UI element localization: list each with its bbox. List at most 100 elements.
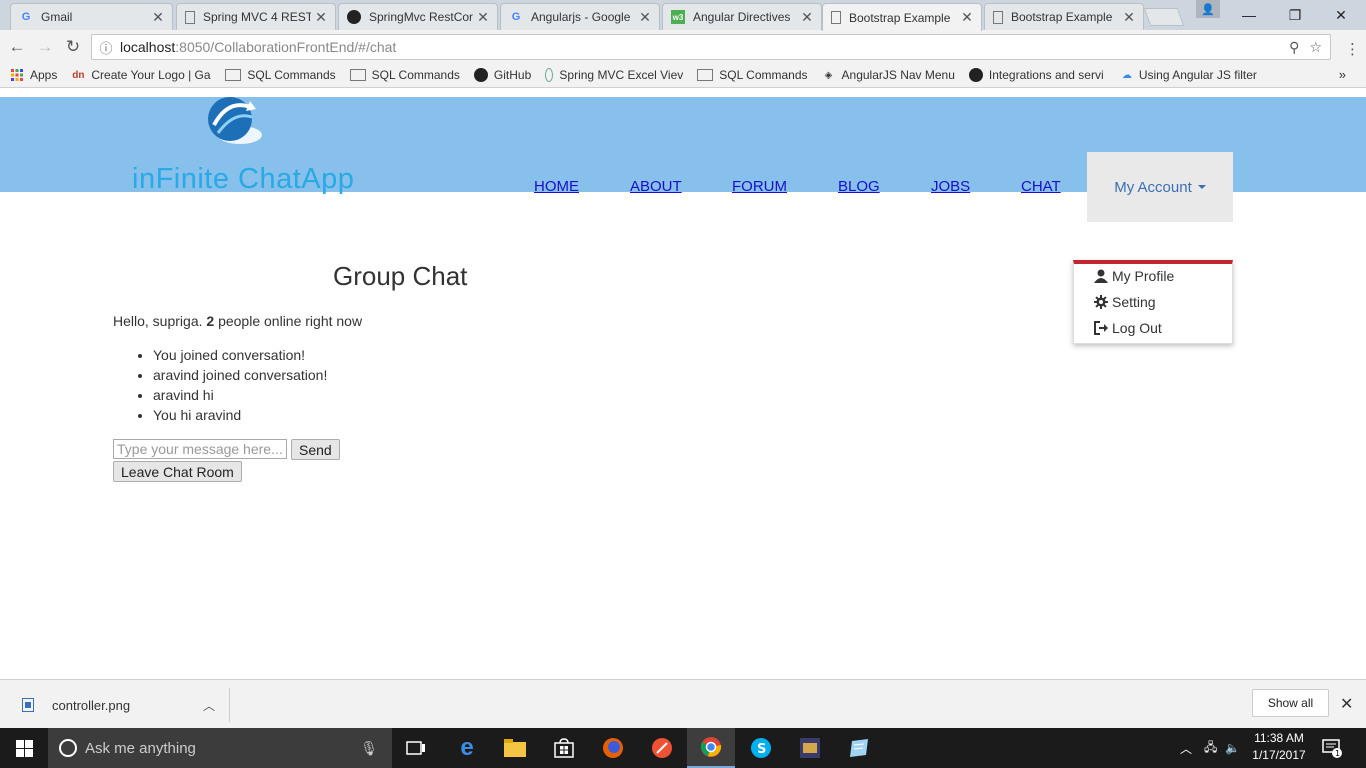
restore-button[interactable]: ❐ (1272, 0, 1318, 30)
clock-date: 1/17/2017 (1252, 748, 1306, 762)
close-icon[interactable]: ✕ (477, 9, 489, 26)
list-item: You hi aravind (153, 405, 327, 425)
tab-title: Bootstrap Example (1011, 10, 1113, 24)
system-clock[interactable]: 11:38 AM 1/17/2017 (1248, 730, 1310, 764)
google-g-icon: G (21, 11, 31, 23)
close-icon[interactable]: ✕ (152, 9, 164, 26)
bookmark-github[interactable]: GitHub (473, 68, 531, 82)
close-icon[interactable]: ✕ (1123, 9, 1135, 26)
forward-arrow-icon[interactable]: → (34, 36, 56, 58)
page-icon (185, 10, 195, 24)
chevron-up-icon[interactable]: ︿ (1180, 740, 1192, 757)
chrome-icon[interactable] (687, 728, 735, 768)
bookmark-create-logo[interactable]: dn Create Your Logo | Ga (71, 68, 211, 82)
nav-blog-link[interactable]: BLOG (838, 178, 880, 195)
file-explorer-icon[interactable] (491, 728, 539, 768)
bookmark-spring-mvc-excel[interactable]: Spring MVC Excel Viev (545, 68, 683, 82)
url-host: localhost (120, 39, 176, 55)
nav-chat-link[interactable]: CHAT (1021, 178, 1061, 195)
store-icon[interactable] (540, 728, 588, 768)
tab-strip: G Gmail ✕ Spring MVC 4 REST ✕ SpringMvc … (0, 0, 1366, 31)
cortana-search-box[interactable]: Ask me anything 🎙 (48, 728, 392, 768)
pin-icon[interactable]: ⚲ (1289, 39, 1299, 56)
logo-text: inFinite ChatApp (132, 163, 355, 195)
my-account-dropdown-toggle[interactable]: My Account (1087, 152, 1233, 222)
send-button[interactable]: Send (291, 439, 340, 460)
url-path: :8050/CollaborationFrontEnd/#/chat (175, 39, 397, 55)
nav-about-link[interactable]: ABOUT (630, 178, 682, 195)
edge-browser-icon[interactable]: e (443, 728, 491, 768)
close-icon[interactable]: ✕ (801, 9, 813, 26)
google-g-icon: G (511, 11, 521, 23)
more-bookmarks-icon[interactable]: » (1339, 67, 1346, 82)
app-icon[interactable] (786, 728, 834, 768)
bookmark-apps[interactable]: Apps (10, 68, 57, 82)
tab-bootstrap-example-active[interactable]: Bootstrap Example ✕ (822, 3, 982, 31)
svg-text:S: S (757, 742, 766, 757)
reload-icon[interactable]: ↻ (62, 36, 84, 58)
close-icon[interactable]: ✕ (961, 9, 973, 26)
tab-gmail[interactable]: G Gmail ✕ (10, 3, 173, 30)
download-item[interactable]: controller.png ︿ (12, 688, 230, 722)
tab-angular-directives[interactable]: w3 Angular Directives ✕ (662, 3, 822, 30)
chevron-up-icon[interactable]: ︿ (203, 697, 215, 714)
search-placeholder: Ask me anything (85, 739, 196, 757)
close-icon[interactable]: ✕ (639, 9, 651, 26)
network-icon[interactable]: 🖧 (1204, 738, 1217, 759)
close-icon[interactable]: ✕ (315, 9, 327, 26)
bookmark-integrations[interactable]: Integrations and servi (968, 68, 1107, 82)
site-logo[interactable]: inFinite ChatApp (130, 97, 354, 197)
bookmark-label: Using Angular JS filter (1138, 68, 1257, 82)
tab-spring-mvc[interactable]: Spring MVC 4 REST ✕ (176, 3, 336, 30)
bookmark-label: Create Your Logo | Ga (91, 68, 211, 82)
menu-item-my-profile[interactable]: My Profile (1094, 268, 1174, 284)
address-bar[interactable]: ⓘ localhost:8050/CollaborationFrontEnd/#… (91, 34, 1331, 60)
leave-chat-room-button[interactable]: Leave Chat Room (113, 461, 242, 482)
new-tab-button[interactable] (1143, 8, 1185, 26)
firefox-icon[interactable] (589, 728, 637, 768)
user-icon (1094, 269, 1108, 283)
page-icon (993, 10, 1003, 24)
microphone-icon[interactable]: 🎙 (360, 740, 378, 757)
clock-time: 11:38 AM (1254, 731, 1304, 745)
page-viewport: inFinite ChatApp HOME ABOUT FORUM BLOG J… (0, 89, 1366, 679)
page-title: Group Chat (333, 261, 468, 291)
message-input[interactable] (113, 439, 287, 459)
menu-item-setting[interactable]: Setting (1094, 294, 1156, 310)
browser-toolbar: ← → ↻ ⓘ localhost:8050/CollaborationFron… (0, 30, 1366, 63)
tab-bootstrap-example[interactable]: Bootstrap Example ✕ (984, 3, 1144, 30)
bookmark-angularjs-nav-menu[interactable]: ◈ AngularJS Nav Menu (822, 68, 955, 82)
git-client-icon[interactable] (638, 728, 686, 768)
page-icon (697, 69, 714, 81)
nav-forum-link[interactable]: FORUM (732, 178, 787, 195)
close-icon[interactable]: ✕ (1340, 694, 1353, 714)
bookmark-sql-commands[interactable]: SQL Commands (225, 68, 336, 82)
action-center-icon[interactable]: 1 (1322, 738, 1342, 763)
windows-start-icon[interactable] (0, 728, 48, 768)
tab-springmvc-github[interactable]: SpringMvc RestCor ✕ (338, 3, 498, 30)
bookmark-sql-commands[interactable]: SQL Commands (697, 68, 808, 82)
window-close-button[interactable]: ✕ (1318, 0, 1364, 30)
list-item: You joined conversation! (153, 345, 327, 365)
volume-icon[interactable]: 🔈 (1225, 741, 1240, 755)
show-all-button[interactable]: Show all (1252, 689, 1329, 717)
bookmark-label: SQL Commands (247, 68, 336, 82)
bookmark-angular-filter[interactable]: ☁ Using Angular JS filter (1121, 68, 1257, 82)
tab-angularjs-google[interactable]: G Angularjs - Google ✕ (500, 3, 660, 30)
task-view-icon[interactable] (392, 728, 440, 768)
info-icon[interactable]: ⓘ (92, 38, 120, 57)
nav-home-link[interactable]: HOME (534, 178, 579, 195)
profile-icon[interactable]: 👤 (1196, 0, 1220, 18)
minimize-button[interactable]: — (1226, 0, 1272, 30)
back-arrow-icon[interactable]: ← (6, 36, 28, 58)
tab-title: Gmail (41, 10, 73, 24)
star-icon[interactable]: ☆ (1309, 39, 1322, 56)
chrome-menu-icon[interactable]: ⋮ (1345, 40, 1360, 58)
github-icon (968, 68, 983, 82)
skype-icon[interactable]: S (737, 728, 785, 768)
menu-item-log-out[interactable]: Log Out (1094, 320, 1162, 336)
bookmark-sql-commands[interactable]: SQL Commands (349, 68, 460, 82)
tab-title: SpringMvc RestCor (369, 10, 473, 24)
nav-jobs-link[interactable]: JOBS (931, 178, 970, 195)
notepad-icon[interactable] (835, 728, 883, 768)
